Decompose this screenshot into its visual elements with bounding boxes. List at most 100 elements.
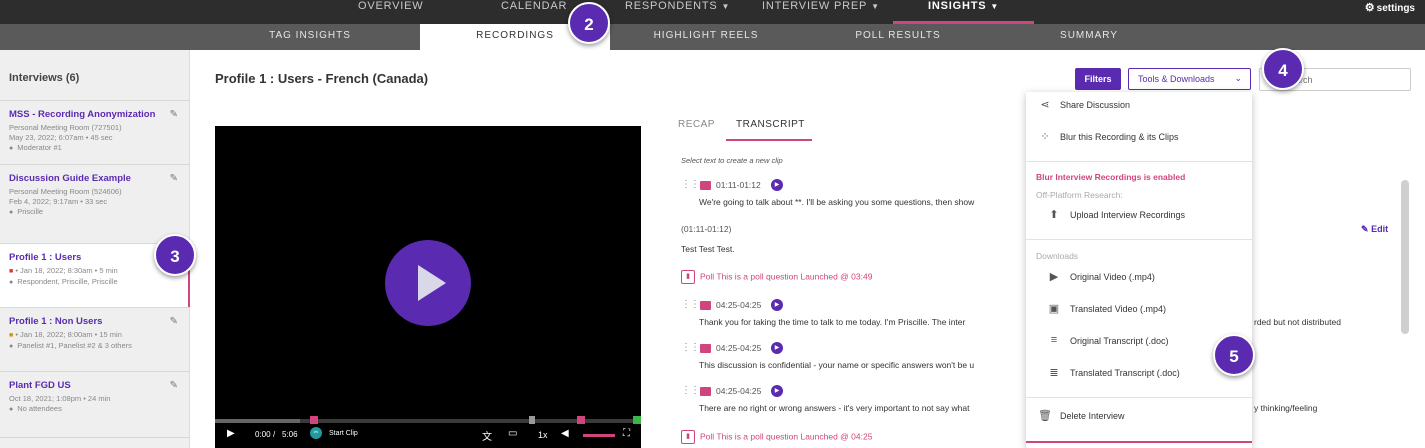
interview-room: Personal Meeting Room (727501) [9, 123, 122, 132]
menu-translated-video-label: Translated Video (.mp4) [1070, 304, 1167, 314]
interview-name: Profile 1 : Non Users [9, 316, 103, 327]
poll-launch[interactable]: ▮ Poll This is a poll question Launched @… [681, 270, 872, 284]
subnav-highlight-reels[interactable]: HIGHLIGHT REELS [636, 24, 776, 50]
menu-delete-interview[interactable]: 🗑 Delete Interview [1026, 407, 1252, 429]
clip-icon[interactable] [700, 301, 711, 310]
segment-text-tail[interactable]: y thinking/feeling [1254, 403, 1317, 413]
transcript-segment[interactable]: ⋮⋮ 04:25-04:25 ▶ [681, 385, 1031, 399]
tab-recap[interactable]: RECAP [678, 119, 715, 130]
drag-handle-icon[interactable]: ⋮⋮ [681, 179, 700, 190]
poll-icon: ▮ [681, 430, 695, 444]
nav-calendar[interactable]: CALENDAR [501, 0, 567, 24]
drag-handle-icon[interactable]: ⋮⋮ [681, 385, 700, 396]
segment-text[interactable]: We're going to talk about **. I'll be as… [699, 197, 974, 207]
pencil-icon[interactable]: ✎ [170, 109, 178, 120]
clip-icon[interactable] [700, 344, 711, 353]
segment-text[interactable]: This discussion is confidential - your n… [699, 360, 974, 370]
play-segment-icon[interactable]: ▶ [771, 342, 783, 354]
caret-down-icon: ▼ [990, 2, 1000, 11]
clip-marker-icon[interactable] [577, 416, 585, 424]
transcript-scrollbar[interactable] [1401, 180, 1409, 334]
trash-icon: 🗑 [1038, 410, 1052, 422]
pencil-icon[interactable]: ✎ [170, 173, 178, 184]
menu-divider [1026, 397, 1252, 398]
interview-item[interactable]: Discussion Guide Example ✎ Personal Meet… [0, 164, 190, 228]
start-clip-icon[interactable]: ✂ [310, 427, 322, 439]
transcript-segment[interactable]: ⋮⋮ 04:25-04:25 ▶ [681, 342, 1031, 356]
menu-share-label: Share Discussion [1060, 100, 1131, 110]
edit-link[interactable]: ✎ Edit [1361, 224, 1388, 235]
play-segment-icon[interactable]: ▶ [771, 179, 783, 191]
menu-upload-recordings[interactable]: ⬆ Upload Interview Recordings [1026, 206, 1252, 228]
pencil-icon[interactable]: ✎ [170, 316, 178, 327]
nav-interview-prep[interactable]: INTERVIEW PREP ▼ [762, 0, 880, 24]
off-platform-heading: Off-Platform Research: [1036, 190, 1123, 200]
interview-item[interactable]: Plant FGD US ✎ Oct 18, 2021; 1:08pm • 24… [0, 371, 190, 437]
clip-icon[interactable] [700, 181, 711, 190]
playback-speed[interactable]: 1x [538, 430, 548, 440]
menu-original-transcript-label: Original Transcript (.doc) [1070, 336, 1169, 346]
play-segment-icon[interactable]: ▶ [771, 299, 783, 311]
menu-bottom-accent [1026, 441, 1252, 443]
play-small-icon[interactable]: ▶ [227, 428, 235, 439]
nav-respondents[interactable]: RESPONDENTS ▼ [625, 0, 730, 24]
nav-respondents-label: RESPONDENTS [625, 0, 718, 12]
page-title: Profile 1 : Users - French (Canada) [215, 71, 429, 86]
interview-room: Personal Meeting Room (524606) [9, 187, 122, 196]
interview-item[interactable]: MSS - Recording Anonymization ✎ Personal… [0, 100, 190, 164]
menu-original-video[interactable]: ▶ Original Video (.mp4) [1026, 268, 1252, 290]
video-player[interactable]: ▶ 0:00 / 5:06 ✂ Start Clip 文 ▭ 1x ◀ ⛶ [215, 126, 641, 448]
menu-share-discussion[interactable]: ⋖ Share Discussion [1026, 96, 1252, 118]
clip-marker-icon[interactable] [633, 416, 641, 424]
segment-text[interactable]: There are no right or wrong answers - it… [699, 403, 969, 413]
segment-time: (01:11-01:12) [681, 224, 732, 234]
settings-link[interactable]: ⚙ settings [1365, 1, 1415, 14]
person-icon: ● [9, 406, 14, 413]
pencil-icon[interactable]: ✎ [170, 380, 178, 391]
menu-translated-transcript-label: Translated Transcript (.doc) [1070, 368, 1180, 378]
poll-launch[interactable]: ▮ Poll This is a poll question Launched @… [681, 430, 872, 444]
top-nav: OVERVIEW CALENDAR RESPONDENTS ▼ INTERVIEW… [0, 0, 1425, 24]
clip-icon[interactable] [700, 387, 711, 396]
transcript-segment[interactable]: ⋮⋮ 04:25-04:25 ▶ [681, 299, 1031, 313]
interview-item[interactable]: Profile 1 : Non Users ✎ ■ • Jan 18, 2022… [0, 307, 190, 371]
interview-date: May 23, 2022; 6:07am • 45 sec [9, 133, 113, 142]
play-button[interactable] [385, 240, 471, 326]
subnav-tag-insights[interactable]: TAG INSIGHTS [240, 24, 380, 50]
menu-translated-video[interactable]: ▣ Translated Video (.mp4) [1026, 300, 1252, 322]
subnav-poll-results[interactable]: POLL RESULTS [828, 24, 968, 50]
translate-icon[interactable]: 文 [482, 428, 492, 443]
volume-slider[interactable] [583, 434, 615, 437]
nav-interview-prep-label: INTERVIEW PREP [762, 0, 868, 12]
drag-handle-icon[interactable]: ⋮⋮ [681, 342, 700, 353]
blur-enabled-notice: Blur Interview Recordings is enabled [1036, 172, 1186, 182]
start-clip-label[interactable]: Start Clip [329, 430, 358, 437]
tools-downloads-button[interactable]: Tools & Downloads ⌄ [1128, 68, 1251, 90]
poll-text: Poll This is a poll question Launched @ … [700, 271, 873, 282]
translated-transcript-icon: ≣ [1049, 367, 1059, 379]
segment-text[interactable]: Thank you for taking the time to talk to… [699, 317, 965, 327]
drag-handle-icon[interactable]: ⋮⋮ [681, 299, 700, 310]
segment-text[interactable]: Test Test Test. [681, 244, 735, 254]
volume-icon[interactable]: ◀ [561, 428, 569, 439]
nav-insights-label: INSIGHTS [928, 0, 987, 12]
transcript-segment[interactable]: ⋮⋮ 01:11-01:12 ▶ [681, 179, 1031, 193]
captions-icon[interactable]: ▭ [508, 428, 517, 439]
menu-blur-recording[interactable]: ⁘ Blur this Recording & its Clips [1026, 128, 1252, 150]
poll-marker-icon[interactable] [529, 416, 535, 424]
clip-marker-icon[interactable] [310, 416, 318, 424]
video-progress-fill [215, 419, 300, 423]
segment-text-tail[interactable]: rded but not distributed [1254, 317, 1341, 327]
tab-transcript[interactable]: TRANSCRIPT [736, 119, 805, 130]
interview-attendees: Respondent, Priscille, Priscille [17, 277, 118, 286]
play-segment-icon[interactable]: ▶ [771, 385, 783, 397]
menu-blur-label: Blur this Recording & its Clips [1060, 132, 1179, 142]
interview-date: Oct 18, 2021; 1:08pm • 24 min [9, 394, 111, 403]
nav-overview[interactable]: OVERVIEW [358, 0, 424, 24]
fullscreen-icon[interactable]: ⛶ [623, 428, 630, 439]
subnav-summary[interactable]: SUMMARY [1019, 24, 1159, 50]
interview-item[interactable] [0, 437, 190, 448]
interview-date: Feb 4, 2022; 9:17am • 33 sec [9, 197, 108, 206]
filters-button[interactable]: Filters [1075, 68, 1121, 90]
interview-attendees: Moderator #1 [17, 143, 62, 152]
